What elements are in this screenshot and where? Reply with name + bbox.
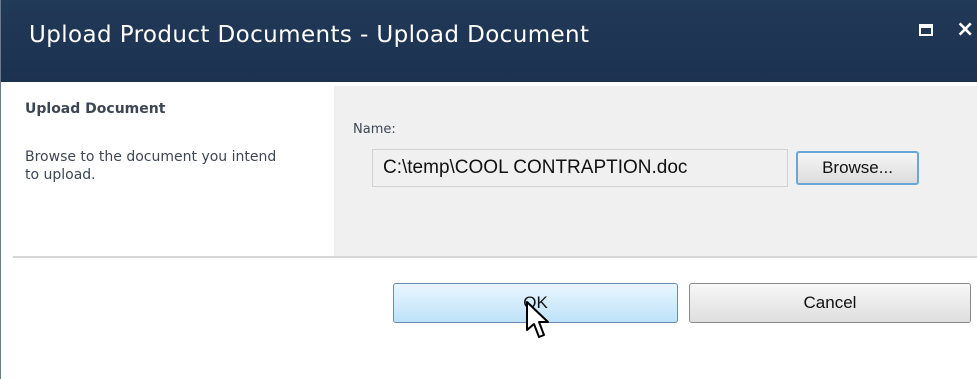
mouse-pointer-icon: [526, 301, 549, 338]
upload-dialog: Upload Product Documents - Upload Docume…: [0, 0, 977, 379]
file-path-input[interactable]: C:\temp\COOL CONTRAPTION.doc: [372, 149, 788, 187]
section-title: Upload Document: [25, 101, 166, 117]
browse-button[interactable]: Browse...: [796, 151, 919, 185]
cancel-button[interactable]: Cancel: [689, 283, 971, 323]
close-icon[interactable]: ×: [956, 17, 974, 43]
divider: [13, 256, 977, 258]
dialog-title: Upload Product Documents - Upload Docume…: [29, 22, 590, 48]
section-description: Browse to the document you intend to upl…: [25, 149, 277, 183]
maximize-icon[interactable]: [919, 24, 933, 36]
name-label: Name:: [353, 122, 396, 137]
dialog-titlebar: Upload Product Documents - Upload Docume…: [1, 0, 977, 82]
